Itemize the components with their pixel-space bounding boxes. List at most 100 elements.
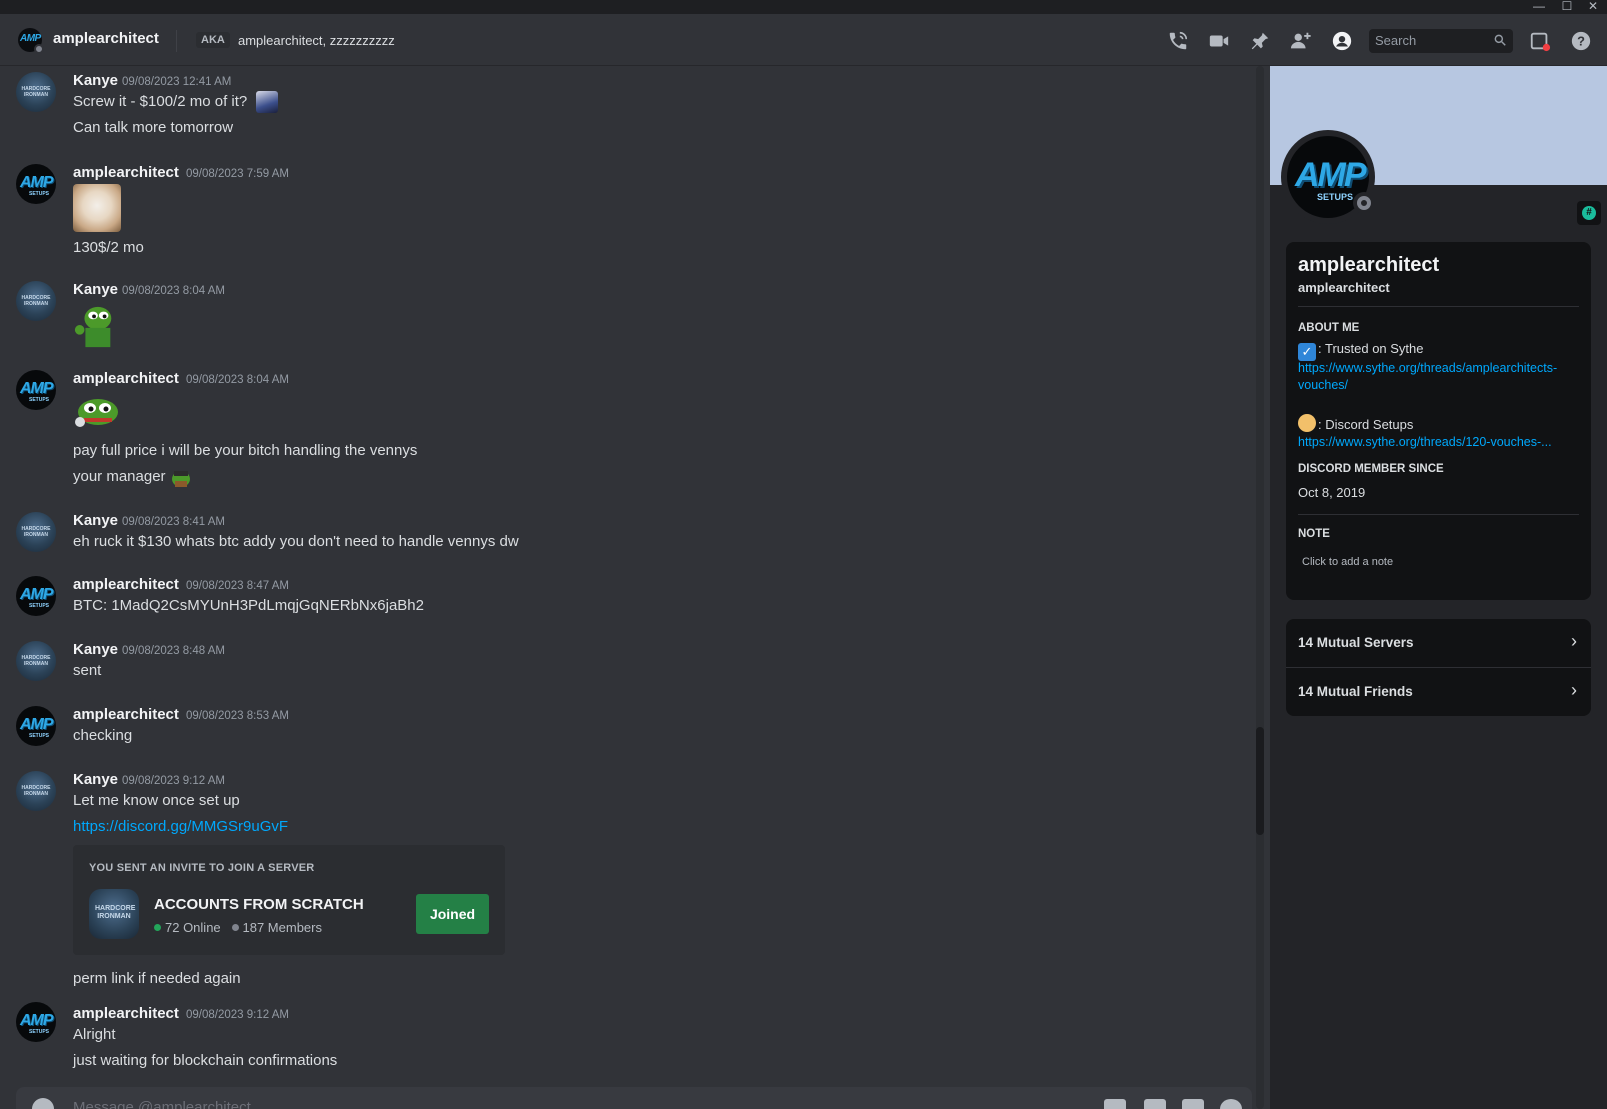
message-text: Alright	[73, 1026, 116, 1043]
aka-badge: AKA	[196, 32, 230, 48]
attachment-image[interactable]	[73, 184, 121, 232]
message-text: perm link if needed again	[73, 970, 241, 987]
message-text: sent	[73, 662, 102, 679]
about-link-2[interactable]: https://www.sythe.org/threads/120-vouche…	[1298, 434, 1583, 451]
status-indicator	[34, 44, 44, 54]
close-window-button[interactable]: ✕	[1580, 0, 1606, 14]
server-invite-embed: YOU SENT AN INVITE TO JOIN A SERVER HARD…	[73, 845, 505, 955]
avatar[interactable]: HARDCORE IRONMAN	[16, 72, 56, 112]
avatar[interactable]: HARDCORE IRONMAN	[16, 771, 56, 811]
avatar[interactable]: AMP SETUPS	[16, 1002, 56, 1042]
message-text: your manager	[73, 468, 166, 485]
user-profile-icon[interactable]	[1331, 30, 1355, 52]
avatar[interactable]: AMP SETUPS	[16, 576, 56, 616]
divider	[1298, 514, 1579, 515]
minimize-button[interactable]: —	[1526, 0, 1552, 14]
message-text: checking	[73, 727, 133, 744]
custom-emoji	[256, 91, 278, 113]
gift-icon[interactable]	[1104, 1099, 1126, 1109]
message-timestamp: 09/08/2023 8:04 AM	[186, 374, 289, 386]
message-timestamp: 09/08/2023 12:41 AM	[122, 76, 232, 88]
aka-names: amplearchitect, zzzzzzzzzz	[238, 33, 395, 48]
mutual-friends-row[interactable]: 14 Mutual Friends ›	[1286, 668, 1591, 716]
setup-emoji-icon	[1298, 414, 1316, 432]
online-dot	[154, 924, 161, 931]
gif-icon[interactable]	[1144, 1099, 1166, 1109]
members-dot	[231, 924, 239, 931]
invite-link[interactable]: https://discord.gg/MMGSr9uGvF	[73, 818, 288, 835]
mutual-servers-label: 14 Mutual Servers	[1298, 635, 1414, 650]
sticker-icon[interactable]	[1182, 1099, 1204, 1109]
message-timestamp: 09/08/2023 9:12 AM	[186, 1009, 289, 1021]
message-author[interactable]: Kanye	[73, 512, 118, 529]
avatar[interactable]: AMP SETUPS	[16, 370, 56, 410]
message-list[interactable]: HARDCORE IRONMAN Kanye 09/08/2023 12:41 …	[0, 66, 1270, 1109]
message-author[interactable]: amplearchitect	[73, 706, 179, 723]
video-call-icon[interactable]	[1208, 30, 1232, 52]
chevron-right-icon: ›	[1571, 631, 1577, 651]
about-link-1[interactable]: https://www.sythe.org/threads/amplearchi…	[1298, 360, 1583, 394]
maximize-button[interactable]: ☐	[1554, 0, 1580, 14]
message-author[interactable]: amplearchitect	[73, 576, 179, 593]
member-since-heading: DISCORD MEMBER SINCE	[1298, 463, 1444, 475]
pepe-sticker[interactable]	[72, 302, 118, 350]
avatar[interactable]: AMP SETUPS	[16, 164, 56, 204]
member-since-date: Oct 8, 2019	[1298, 485, 1366, 500]
help-icon[interactable]: ?	[1570, 30, 1594, 52]
message-timestamp: 09/08/2023 8:48 AM	[122, 645, 225, 657]
avatar[interactable]: HARDCORE IRONMAN	[16, 512, 56, 552]
message-timestamp: 09/08/2023 7:59 AM	[186, 168, 289, 180]
divider	[1298, 306, 1579, 307]
message-text: Can talk more tomorrow	[73, 119, 234, 136]
mutual-friends-label: 14 Mutual Friends	[1298, 684, 1413, 699]
message-text: BTC: 1MadQ2CsMYUnH3PdLmqjGqNERbNx6jaBh2	[73, 597, 424, 614]
server-name[interactable]: ACCOUNTS FROM SCRATCH	[154, 896, 364, 913]
message-text: just waiting for blockchain confirmation…	[73, 1052, 338, 1069]
message-timestamp: 09/08/2023 8:53 AM	[186, 710, 289, 722]
message-author[interactable]: Kanye	[73, 641, 118, 658]
emoji-icon[interactable]	[1220, 1099, 1242, 1109]
server-icon[interactable]: HARDCORE IRONMAN	[89, 889, 139, 939]
message-text: Let me know once set up	[73, 792, 240, 809]
avatar[interactable]: AMP SETUPS	[16, 706, 56, 746]
note-heading: NOTE	[1298, 528, 1330, 540]
avatar[interactable]: HARDCORE IRONMAN	[16, 281, 56, 321]
phone-call-icon[interactable]	[1167, 30, 1191, 52]
message-author[interactable]: amplearchitect	[73, 370, 179, 387]
message-author[interactable]: amplearchitect	[73, 164, 179, 181]
profile-username: amplearchitect	[1298, 280, 1390, 295]
note-input[interactable]: Click to add a note	[1302, 556, 1393, 568]
add-friend-icon[interactable]	[1290, 30, 1314, 52]
message-timestamp: 09/08/2023 8:41 AM	[122, 516, 225, 528]
header-divider	[176, 30, 177, 52]
message-author[interactable]: Kanye	[73, 771, 118, 788]
search-icon	[1494, 34, 1506, 46]
message-author[interactable]: Kanye	[73, 281, 118, 298]
profile-badge-icon[interactable]: #	[1577, 201, 1601, 225]
message-composer[interactable]: Message @amplearchitect	[16, 1087, 1252, 1109]
search-input[interactable]: Search	[1369, 29, 1513, 53]
message-timestamp: 09/08/2023 8:04 AM	[122, 285, 225, 297]
pin-icon[interactable]	[1249, 30, 1273, 52]
about-line-1: ✓: Trusted on Sythe	[1298, 341, 1424, 361]
search-placeholder: Search	[1375, 33, 1417, 48]
avatar[interactable]: HARDCORE IRONMAN	[16, 641, 56, 681]
inbox-icon[interactable]	[1529, 30, 1553, 52]
joined-button[interactable]: Joined	[416, 894, 489, 934]
mutual-servers-row[interactable]: 14 Mutual Servers ›	[1286, 619, 1591, 667]
chevron-right-icon: ›	[1571, 680, 1577, 700]
scrollbar-thumb[interactable]	[1256, 727, 1264, 835]
checkmark-icon: ✓	[1298, 343, 1316, 361]
message-input[interactable]: Message @amplearchitect	[73, 1099, 251, 1109]
message-timestamp: 09/08/2023 8:47 AM	[186, 580, 289, 592]
pepe-emoji	[75, 399, 118, 427]
member-count: 187 Members	[242, 920, 322, 935]
message-author[interactable]: amplearchitect	[73, 1005, 179, 1022]
scrollbar-track[interactable]	[1256, 66, 1264, 1109]
message-author[interactable]: Kanye	[73, 72, 118, 89]
add-attachment-icon[interactable]	[32, 1098, 54, 1109]
message-text: eh ruck it $130 whats btc addy you don't…	[73, 533, 519, 550]
message-timestamp: 09/08/2023 9:12 AM	[122, 775, 225, 787]
window-titlebar	[0, 0, 1607, 14]
dm-title[interactable]: amplearchitect	[53, 30, 159, 47]
